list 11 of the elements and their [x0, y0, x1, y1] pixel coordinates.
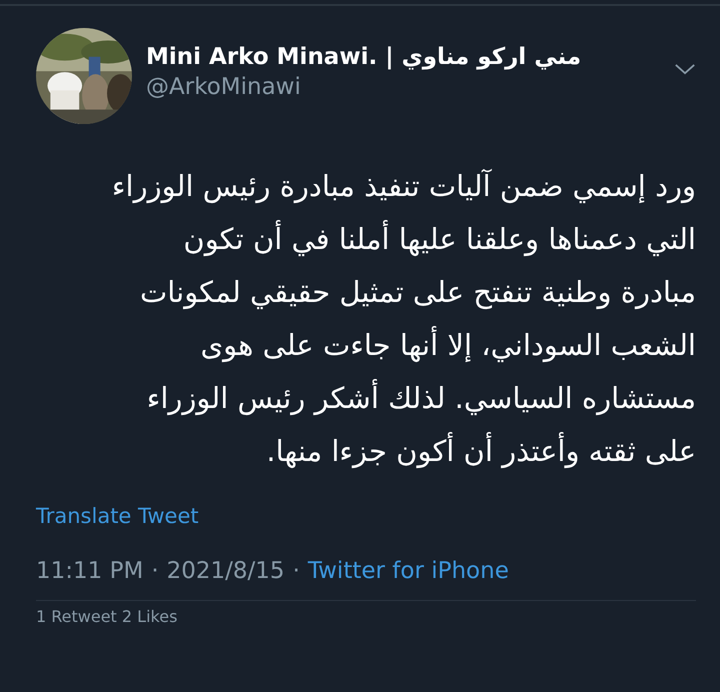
- author-handle[interactable]: @ArkoMinawi: [146, 74, 674, 100]
- tweet-time: 11:11 PM: [36, 558, 144, 584]
- tweet-date: 2021/8/15: [166, 558, 285, 584]
- tweet-text: ورد إسمي ضمن آليات تنفيذ مبادرة رئيس الوزراء التي دعمناها وعلقنا عليها أملنا في أن تكون مبادرة وطنية تنفتح على تمثيل حقيقي لمكونات الشعب السوداني، إلا أنها جاءت على هوى مستشاره السياسي. لذلك أشكر رئيس الوزراء على ثقته وأعتذر أن أكون جزءا منها.: [110, 168, 696, 470]
- translate-link[interactable]: Translate Tweet: [36, 504, 199, 528]
- engagement-stats[interactable]: 1 Retweet 2 Likes: [36, 607, 178, 626]
- chevron-down-icon[interactable]: [674, 63, 696, 76]
- separator-dot: ·: [292, 558, 300, 584]
- author-name[interactable]: Mini Arko Minawi. | مني اركو مناوي: [146, 44, 674, 70]
- source-link[interactable]: Twitter for iPhone: [308, 558, 509, 584]
- separator-dot: ·: [151, 558, 159, 584]
